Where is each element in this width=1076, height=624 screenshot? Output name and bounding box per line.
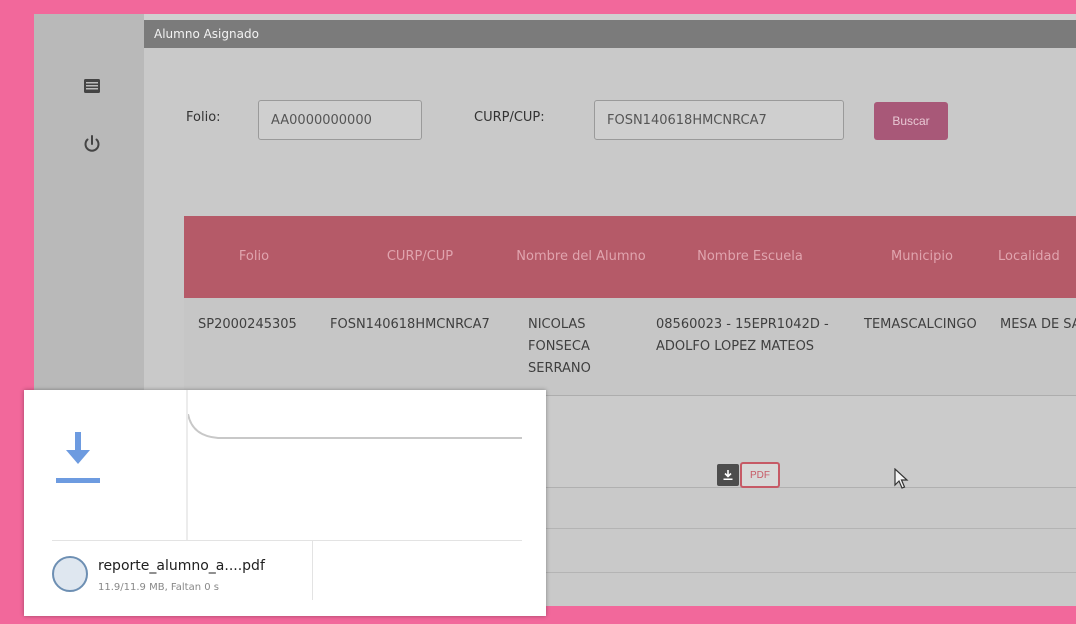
download-popup: reporte_alumno_a....pdf 11.9/11.9 MB, Fa… <box>24 390 546 616</box>
downloaded-file-name[interactable]: reporte_alumno_a....pdf <box>98 558 265 574</box>
pdf-button[interactable]: PDF <box>740 462 780 488</box>
cell-nombre: NICOLAS FONSECA SERRANO <box>528 317 591 376</box>
download-status: 11.9/11.9 MB, Faltan 0 s <box>98 582 219 592</box>
popup-divider <box>312 540 313 600</box>
mouse-cursor-icon <box>894 467 910 490</box>
table-header: Folio CURP/CUP Nombre del Alumno Nombre … <box>184 216 1076 298</box>
download-arrow-icon[interactable] <box>52 428 104 488</box>
panel-title: Alumno Asignado <box>154 27 259 41</box>
popup-divider <box>52 540 522 541</box>
cell-municipio: TEMASCALCINGO <box>864 317 977 332</box>
cell-folio: SP2000245305 <box>198 317 297 332</box>
table-row: SP2000245305 FOSN140618HMCNRCA7 NICOLAS … <box>184 298 1076 396</box>
buscar-button[interactable]: Buscar <box>874 102 948 140</box>
curp-input[interactable]: FOSN140618HMCNRCA7 <box>594 100 844 140</box>
popup-divider <box>186 390 188 540</box>
download-button[interactable] <box>717 464 739 486</box>
cell-curp: FOSN140618HMCNRCA7 <box>330 317 490 332</box>
panel-header: Alumno Asignado <box>144 20 1076 48</box>
power-icon[interactable] <box>80 132 104 156</box>
cell-escuela: 08560023 - 15EPR1042D - ADOLFO LOPEZ MAT… <box>656 317 829 354</box>
column-header-folio: Folio <box>238 249 270 264</box>
popup-graphic <box>187 413 522 444</box>
file-progress-icon <box>52 556 88 592</box>
list-icon[interactable] <box>80 74 104 98</box>
column-header-curp: CURP/CUP <box>386 249 454 264</box>
cell-localidad: MESA DE SANTIAGO <box>1000 317 1076 332</box>
curp-label: CURP/CUP: <box>474 110 545 125</box>
folio-label: Folio: <box>186 110 221 125</box>
column-header-municipio: Municipio <box>891 249 953 264</box>
column-header-localidad: Localidad <box>998 249 1060 264</box>
column-header-escuela: Nombre Escuela <box>697 249 803 264</box>
folio-input[interactable]: AA0000000000 <box>258 100 422 140</box>
column-header-nombre: Nombre del Alumno <box>516 249 646 264</box>
download-icon <box>722 466 734 485</box>
